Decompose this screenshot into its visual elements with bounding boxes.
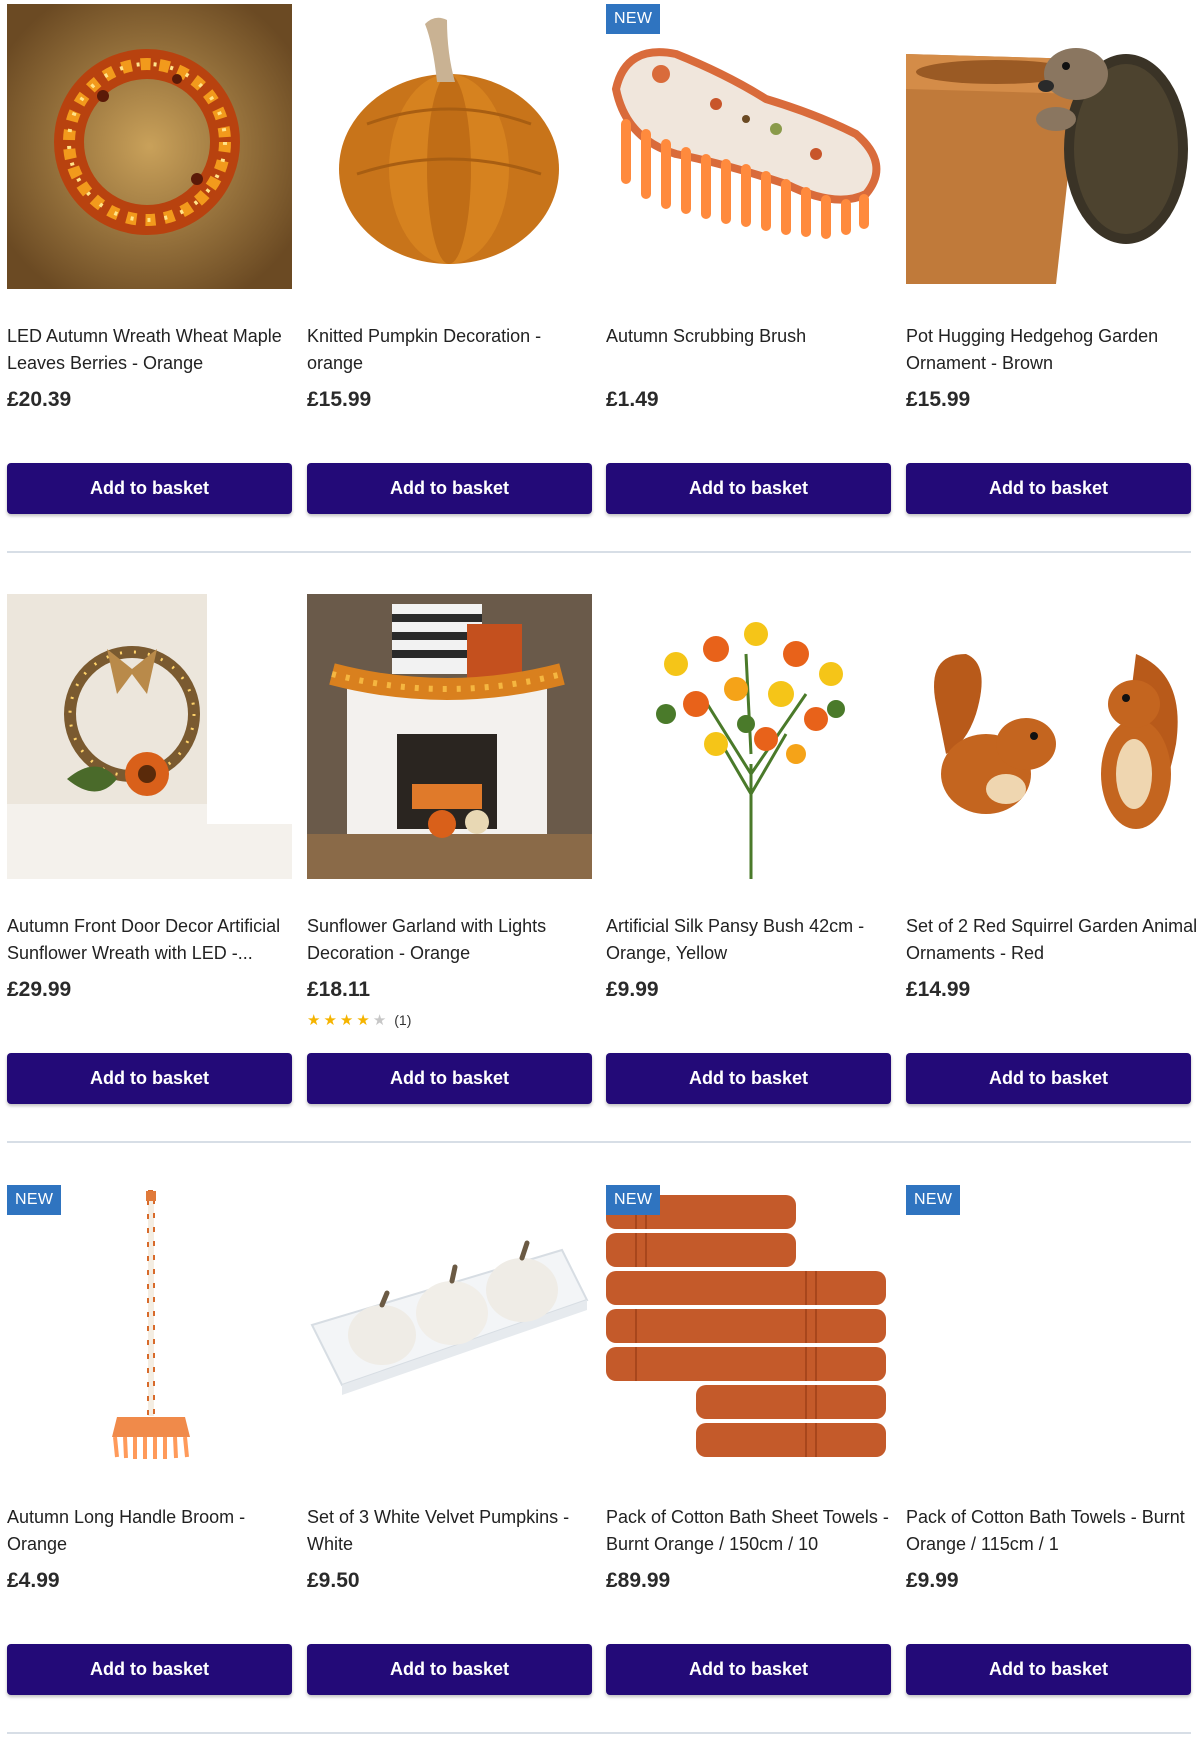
product-title[interactable]: Knitted Pumpkin Decoration - orange xyxy=(307,323,602,377)
product-image-scrubbing-brush[interactable]: NEW xyxy=(606,4,891,289)
add-to-basket-button[interactable]: Add to basket xyxy=(307,463,592,514)
star-filled-icon: ★ xyxy=(307,1011,321,1029)
product-card: Artificial Silk Pansy Bush 42cm - Orange… xyxy=(606,590,891,1170)
product-price: £9.50 xyxy=(307,1569,360,1592)
add-to-basket-button[interactable]: Add to basket xyxy=(906,1053,1191,1104)
product-price: £15.99 xyxy=(307,388,372,411)
product-card: NEW Pack of Cotton Bath Towels - Burnt O… xyxy=(906,1181,1191,1744)
product-image-broom[interactable]: NEW xyxy=(7,1185,292,1470)
add-to-basket-button[interactable]: Add to basket xyxy=(606,1644,891,1695)
product-image-led-wreath[interactable] xyxy=(7,4,292,289)
product-image-garland[interactable] xyxy=(307,594,592,879)
add-to-basket-button[interactable]: Add to basket xyxy=(606,463,891,514)
product-price: £20.39 xyxy=(7,388,72,411)
product-card: Sunflower Garland with Lights Decoration… xyxy=(307,590,592,1170)
product-title[interactable]: Autumn Long Handle Broom - Orange xyxy=(7,1504,302,1558)
product-image-bath-towels[interactable]: NEW xyxy=(906,1185,1191,1470)
add-to-basket-button[interactable]: Add to basket xyxy=(307,1053,592,1104)
add-to-basket-button[interactable]: Add to basket xyxy=(606,1053,891,1104)
product-title[interactable]: Pack of Cotton Bath Towels - Burnt Orang… xyxy=(906,1504,1200,1558)
star-empty-icon: ★ xyxy=(372,1011,387,1029)
product-card: LED Autumn Wreath Wheat Maple Leaves Ber… xyxy=(7,0,292,580)
product-price: £9.99 xyxy=(906,1569,959,1592)
add-to-basket-button[interactable]: Add to basket xyxy=(906,1644,1191,1695)
product-row-1: LED Autumn Wreath Wheat Maple Leaves Ber… xyxy=(0,0,1200,590)
product-title[interactable]: Set of 2 Red Squirrel Garden Animal Orna… xyxy=(906,913,1200,967)
add-to-basket-button[interactable]: Add to basket xyxy=(7,1053,292,1104)
product-card: Set of 3 White Velvet Pumpkins - White £… xyxy=(307,1181,592,1744)
product-price: £18.11 xyxy=(307,978,371,1001)
product-title[interactable]: Artificial Silk Pansy Bush 42cm - Orange… xyxy=(606,913,901,967)
add-to-basket-button[interactable]: Add to basket xyxy=(307,1644,592,1695)
product-title[interactable]: Autumn Front Door Decor Artificial Sunfl… xyxy=(7,913,302,967)
product-card: Set of 2 Red Squirrel Garden Animal Orna… xyxy=(906,590,1197,1170)
product-image-knitted-pumpkin[interactable] xyxy=(307,4,592,289)
add-to-basket-button[interactable]: Add to basket xyxy=(906,463,1191,514)
star-rating[interactable]: ★ ★ ★ ★ ★ (1) xyxy=(307,1012,411,1028)
star-filled-icon: ★ xyxy=(323,1011,337,1029)
product-price: £4.99 xyxy=(7,1569,60,1592)
row-divider xyxy=(7,1732,1191,1734)
product-price: £9.99 xyxy=(606,978,659,1001)
product-image-hedgehog[interactable] xyxy=(906,4,1191,289)
star-filled-icon: ★ xyxy=(356,1011,370,1029)
add-to-basket-button[interactable]: Add to basket xyxy=(7,463,292,514)
new-badge: NEW xyxy=(606,1185,661,1215)
row-divider xyxy=(7,551,1191,553)
product-title[interactable]: Pot Hugging Hedgehog Garden Ornament - B… xyxy=(906,323,1200,377)
add-to-basket-button[interactable]: Add to basket xyxy=(7,1644,292,1695)
new-badge: NEW xyxy=(906,1185,961,1215)
product-price: £15.99 xyxy=(906,388,971,411)
product-image-bath-sheets[interactable]: NEW xyxy=(606,1185,891,1470)
review-count[interactable]: (1) xyxy=(394,1012,411,1028)
product-title[interactable]: Sunflower Garland with Lights Decoration… xyxy=(307,913,602,967)
product-price: £89.99 xyxy=(606,1569,671,1592)
product-image-white-pumpkins[interactable] xyxy=(307,1185,592,1470)
row-divider xyxy=(7,1141,1191,1143)
product-card: NEW Autumn Long Handle Broom - Orange £4… xyxy=(7,1181,292,1744)
product-image-sunflower-wreath[interactable] xyxy=(7,594,292,879)
product-title[interactable]: Autumn Scrubbing Brush xyxy=(606,323,901,350)
product-card: Knitted Pumpkin Decoration - orange £15.… xyxy=(307,0,592,580)
product-price: £14.99 xyxy=(906,978,971,1001)
product-title[interactable]: Set of 3 White Velvet Pumpkins - White xyxy=(307,1504,602,1558)
product-row-2: Autumn Front Door Decor Artificial Sunfl… xyxy=(0,590,1200,1180)
product-card: NEW Pack of Cotton Bath Sheet Towels - B… xyxy=(606,1181,891,1744)
product-card: Pot Hugging Hedgehog Garden Ornament - B… xyxy=(906,0,1191,580)
product-price: £1.49 xyxy=(606,388,659,411)
new-badge: NEW xyxy=(7,1185,62,1215)
product-title[interactable]: LED Autumn Wreath Wheat Maple Leaves Ber… xyxy=(7,323,302,377)
product-image-pansy-bush[interactable] xyxy=(606,594,891,879)
product-card: NEW Autumn Scrubbing Brush £1.49 Add to … xyxy=(606,0,891,580)
star-filled-icon: ★ xyxy=(339,1011,354,1029)
product-image-squirrels[interactable] xyxy=(906,594,1191,879)
product-card: Autumn Front Door Decor Artificial Sunfl… xyxy=(7,590,292,1170)
product-row-3: NEW Autumn Long Handle Broom - Orange £4… xyxy=(0,1181,1200,1744)
product-title[interactable]: Pack of Cotton Bath Sheet Towels - Burnt… xyxy=(606,1504,901,1558)
new-badge: NEW xyxy=(606,4,661,34)
product-price: £29.99 xyxy=(7,978,72,1001)
